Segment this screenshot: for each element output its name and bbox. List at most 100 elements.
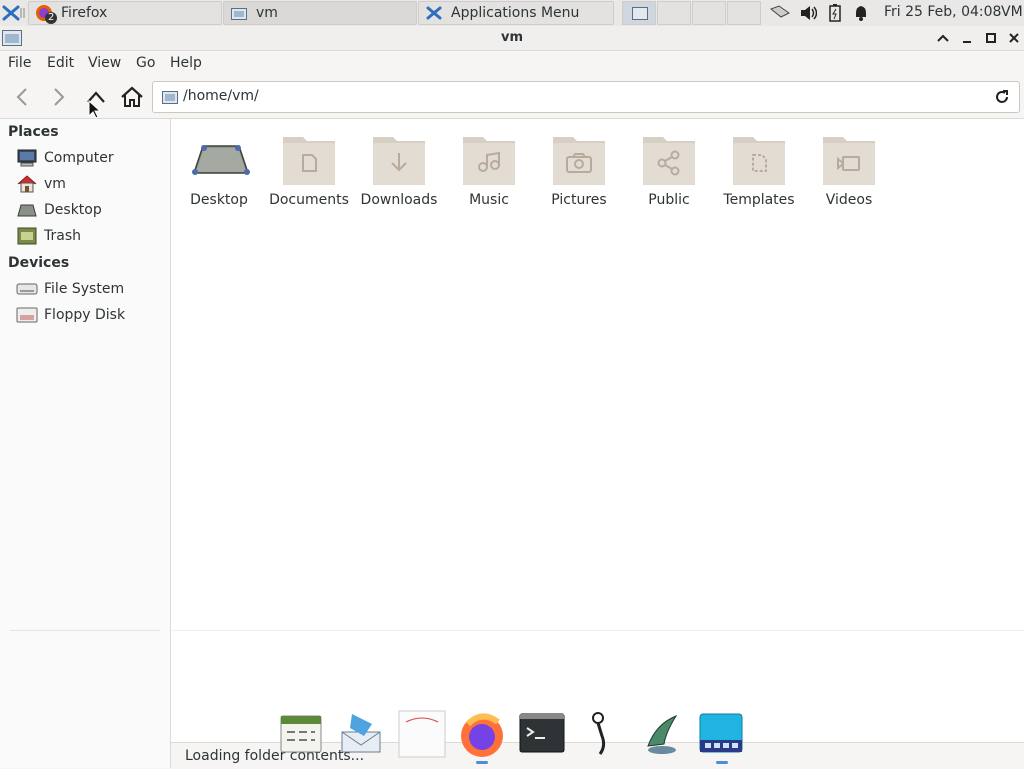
- notifications-icon[interactable]: [851, 2, 871, 24]
- file-item-videos[interactable]: Videos: [804, 129, 894, 208]
- maximize-button[interactable]: [982, 29, 1000, 47]
- workspace-4[interactable]: [727, 1, 761, 25]
- dock-audio[interactable]: [578, 710, 626, 760]
- menu-edit[interactable]: Edit: [47, 55, 74, 71]
- window-title: vm: [500, 30, 524, 45]
- firefox-icon: 2: [35, 4, 58, 24]
- clock[interactable]: Fri 25 Feb, 04:08: [884, 4, 1001, 20]
- sidebar-item-floppy-disk[interactable]: Floppy Disk: [16, 304, 166, 326]
- home-button[interactable]: [119, 84, 145, 110]
- task-label: vm: [256, 5, 278, 21]
- floppy-icon: [16, 305, 38, 325]
- file-item-label: Desktop: [190, 192, 248, 208]
- sidebar-item-file-system[interactable]: File System: [16, 278, 166, 300]
- task-firefox[interactable]: 2 Firefox: [28, 1, 222, 25]
- folder-icon: [162, 91, 178, 104]
- sidebar-divider: [10, 630, 160, 631]
- location-path[interactable]: /home/vm/: [183, 88, 259, 104]
- sidebar-item-label: Floppy Disk: [44, 307, 126, 323]
- drive-icon: [16, 279, 38, 299]
- sidebar-item-label: Desktop: [44, 202, 102, 218]
- battery-icon[interactable]: [826, 2, 844, 24]
- menubar: File Edit View Go Help: [0, 51, 1024, 75]
- workspace-2[interactable]: [657, 1, 691, 25]
- download-icon: [371, 129, 427, 185]
- menu-view[interactable]: View: [88, 55, 121, 71]
- minimize-button[interactable]: [958, 29, 976, 47]
- chevron-right-icon: [54, 88, 65, 106]
- workspace-1[interactable]: [622, 1, 656, 25]
- file-item-label: Videos: [825, 192, 873, 208]
- mouse-pointer-icon: [88, 100, 102, 119]
- workspaces-icon: [699, 713, 743, 753]
- workspace-3[interactable]: [692, 1, 726, 25]
- minimize-icon: [963, 41, 971, 43]
- panel-handle-icon: [20, 8, 25, 18]
- file-item-documents[interactable]: Documents: [264, 129, 354, 208]
- dock: [276, 706, 751, 768]
- user-label[interactable]: VM: [1001, 4, 1023, 20]
- content-divider: [171, 630, 1024, 631]
- file-item-desktop[interactable]: Desktop: [174, 129, 264, 208]
- dock-mail[interactable]: [338, 710, 386, 760]
- task-label: Firefox: [61, 5, 108, 21]
- firefox-icon: [461, 713, 503, 757]
- window-titlebar[interactable]: vm: [0, 26, 1024, 51]
- window-thumbnail-icon: [632, 7, 648, 20]
- menu-help[interactable]: Help: [170, 55, 202, 71]
- forward-button[interactable]: [46, 84, 72, 110]
- back-button[interactable]: [9, 84, 35, 110]
- places-heading: Places: [8, 124, 59, 140]
- task-label: Applications Menu: [451, 5, 580, 21]
- chevron-left-icon: [16, 88, 27, 106]
- task-applications-menu[interactable]: Applications Menu: [418, 1, 614, 25]
- home-icon: [121, 86, 143, 107]
- file-item-templates[interactable]: Templates: [714, 129, 804, 208]
- menu-file[interactable]: File: [8, 55, 31, 71]
- file-item-music[interactable]: Music: [444, 129, 534, 208]
- sidebar-item-desktop[interactable]: Desktop: [16, 199, 166, 221]
- camera-icon: [551, 129, 607, 185]
- dock-terminal[interactable]: [518, 710, 566, 760]
- task-badge: 2: [45, 12, 58, 24]
- home-icon: [16, 174, 38, 194]
- file-item-public[interactable]: Public: [624, 129, 714, 208]
- close-button[interactable]: [1005, 29, 1023, 47]
- desktop-folder-icon: [191, 129, 250, 185]
- volume-icon[interactable]: [797, 2, 819, 24]
- video-icon: [821, 129, 877, 185]
- menu-go[interactable]: Go: [136, 55, 155, 71]
- notes-icon: [398, 710, 446, 758]
- reload-icon[interactable]: [993, 88, 1011, 106]
- dock-calendar[interactable]: [278, 710, 326, 760]
- terminal-icon: [519, 713, 565, 753]
- xfce-logo-icon: [2, 5, 20, 21]
- roll-up-button[interactable]: [934, 29, 952, 47]
- network-icon[interactable]: [768, 2, 792, 24]
- file-item-label: Music: [469, 192, 509, 208]
- sidebar-item-vm[interactable]: vm: [16, 173, 166, 195]
- music-icon: [461, 129, 517, 185]
- location-bar[interactable]: /home/vm/: [152, 81, 1020, 113]
- maximize-icon: [986, 33, 996, 43]
- chevron-up-icon: [937, 34, 949, 42]
- task-vm[interactable]: vm: [223, 1, 417, 25]
- sidebar-item-label: Computer: [44, 150, 114, 166]
- running-indicator: [476, 761, 488, 764]
- file-item-pictures[interactable]: Pictures: [534, 129, 624, 208]
- file-item-label: Pictures: [551, 192, 607, 208]
- close-icon: [1009, 33, 1019, 43]
- file-item-downloads[interactable]: Downloads: [354, 129, 444, 208]
- calendar-icon: [280, 715, 322, 753]
- folder-icon: [230, 4, 248, 22]
- file-item-label: Downloads: [360, 192, 438, 208]
- dock-network[interactable]: [638, 710, 686, 760]
- file-view[interactable]: Desktop Documents Downloads Music Pictur…: [171, 119, 1024, 768]
- dock-firefox[interactable]: [458, 710, 506, 764]
- dock-workspaces[interactable]: [698, 710, 746, 764]
- sidebar-item-label: vm: [44, 176, 66, 192]
- sidebar-item-trash[interactable]: Trash: [16, 225, 166, 247]
- file-item-label: Public: [648, 192, 690, 208]
- dock-notes[interactable]: [398, 710, 446, 760]
- sidebar-item-computer[interactable]: Computer: [16, 147, 166, 169]
